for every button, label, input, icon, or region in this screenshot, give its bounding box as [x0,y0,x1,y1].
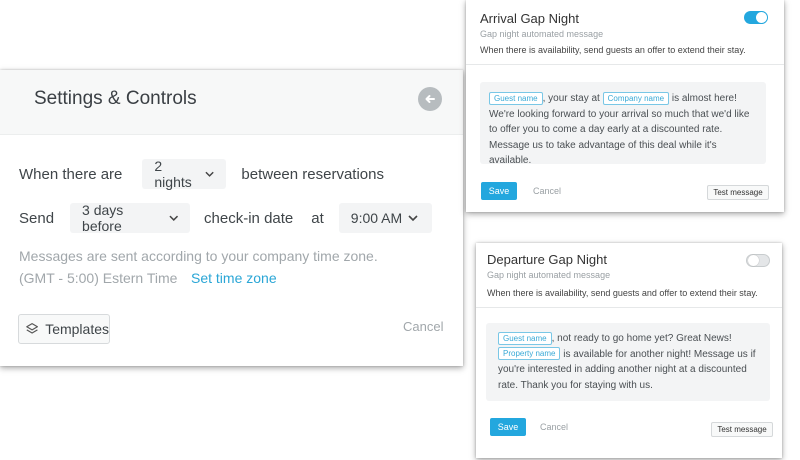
send-prefix: Send [19,209,55,227]
arrival-title: Arrival Gap Night [480,11,579,26]
property-name-tag[interactable]: Property name [498,347,561,361]
nights-dropdown[interactable]: 2 nights [142,158,227,190]
timezone-note: Messages are sent according to your comp… [19,248,378,264]
set-timezone-link[interactable]: Set time zone [191,270,277,286]
settings-panel: Settings & Controls When there are 2 nig… [0,70,463,366]
message-text: , not ready to go home yet? Great News! [551,333,732,344]
departure-test-message-button[interactable]: Test message [711,422,773,437]
timezone-value: (GMT - 5:00) Estern Time [19,270,178,286]
arrival-message-box[interactable]: Guest name, your stay at Company name is… [480,82,766,166]
arrival-test-message-button[interactable]: Test message [707,185,769,200]
arrival-toggle[interactable] [744,11,768,24]
arrival-subtitle: Gap night automated message [480,29,604,39]
chevron-down-icon [168,215,178,221]
departure-message-box[interactable]: Guest name, not ready to go home yet? Gr… [486,323,770,401]
departure-toggle[interactable] [746,254,770,267]
guest-name-tag[interactable]: Guest name [489,91,543,105]
time-value: 9:00 AM [350,210,403,226]
chevron-down-icon [408,214,418,221]
nights-suffix: between reservations [241,165,384,183]
settings-header: Settings & Controls [0,70,463,135]
departure-subtitle: Gap night automated message [487,270,611,280]
cancel-button[interactable]: Cancel [403,319,443,334]
toggle-knob [756,12,767,23]
nights-row: When there are 2 nights between reservat… [19,158,384,190]
guest-name-tag[interactable]: Guest name [498,331,552,345]
arrival-cancel-button[interactable]: Cancel [533,186,561,196]
arrival-gap-night-card: Arrival Gap Night Gap night automated me… [466,0,784,212]
send-row: Send 3 days before check-in date at 9:00… [19,202,432,234]
arrival-description: When there is availability, send guests … [480,45,746,55]
toggle-knob [748,255,759,266]
back-arrow-icon [425,95,435,103]
departure-cancel-button[interactable]: Cancel [540,422,568,432]
message-text: , your stay at [542,93,600,104]
at-label: at [311,209,324,227]
departure-gap-night-card: Departure Gap Night Gap night automated … [476,243,782,458]
templates-label: Templates [45,321,109,337]
divider [476,307,782,308]
settings-title: Settings & Controls [34,88,197,109]
time-dropdown[interactable]: 9:00 AM [338,203,432,233]
arrival-save-button[interactable]: Save [481,182,517,200]
company-name-tag[interactable]: Company name [602,91,670,105]
days-before-value: 3 days before [82,202,124,234]
nights-prefix: When there are [19,165,123,183]
departure-title: Departure Gap Night [487,252,607,267]
departure-description: When there is availability, send guests … [487,288,758,298]
layers-icon [26,323,38,334]
departure-save-button[interactable]: Save [490,418,526,436]
templates-button[interactable]: Templates [18,314,110,344]
checkin-label: check-in date [204,209,294,227]
divider [466,64,784,65]
chevron-down-icon [205,171,214,177]
back-button[interactable] [418,87,442,111]
nights-value: 2 nights [154,158,192,190]
days-before-dropdown[interactable]: 3 days before [70,202,191,234]
